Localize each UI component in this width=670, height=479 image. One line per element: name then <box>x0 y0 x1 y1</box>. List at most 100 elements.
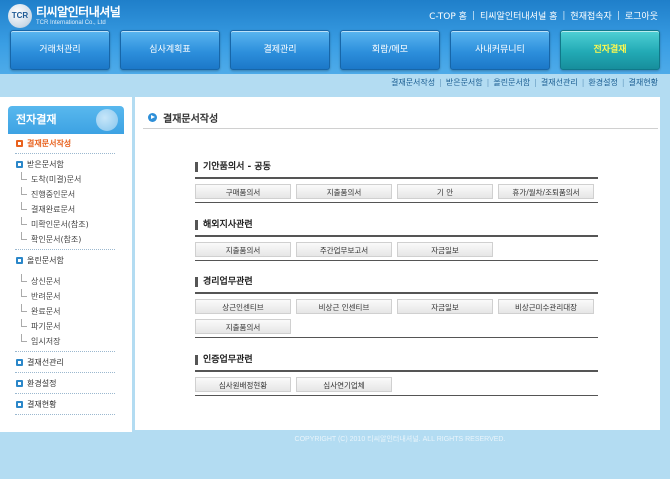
logo-mark-icon: TCR <box>8 4 32 28</box>
top-link-tcr-home[interactable]: 티씨알인터내셔널 홈 <box>480 9 557 22</box>
section-title: 기안품의서 - 공동 <box>195 160 598 174</box>
square-bullet-icon <box>16 359 23 366</box>
document-form-button[interactable]: 지출품의서 <box>195 242 291 257</box>
sidebar-item-main[interactable]: 환경설정 <box>15 376 115 391</box>
sidebar-item-label: 파기문서 <box>31 322 61 331</box>
document-form-button[interactable]: 자금일보 <box>397 299 493 314</box>
document-deco-icon <box>96 109 118 131</box>
document-form-button[interactable]: 지출품의서 <box>296 184 392 199</box>
sidebar-item-sub[interactable]: 상신문서 <box>15 274 115 289</box>
sidebar-item-sub[interactable]: 임시저장 <box>15 334 115 349</box>
tree-line-icon <box>21 187 27 195</box>
sidebar-item-label: 올린문서함 <box>27 256 64 265</box>
separator: | <box>616 10 620 21</box>
sidebar-item-main[interactable]: 결재선관리 <box>15 355 115 370</box>
nav-e-approval[interactable]: 전자결재 <box>560 30 660 70</box>
subnav-approval-line[interactable]: 결재선관리 <box>541 77 578 88</box>
document-form-button[interactable]: 심사연기업체 <box>296 377 392 392</box>
separator: | <box>439 78 442 87</box>
document-button-grid: 상근인센티브 비상근 인센티브 자금일보 비상근미수관리대장지출품의서 <box>195 299 598 334</box>
section-divider <box>195 292 598 294</box>
sidebar-divider <box>15 372 115 373</box>
subnav-settings[interactable]: 환경설정 <box>588 77 617 88</box>
sidebar-divider <box>15 414 115 415</box>
document-section: 인증업무관련심사원배정현황 심사연기업체 <box>195 353 598 396</box>
sidebar-item-sub[interactable]: 진행중인문서 <box>15 187 115 202</box>
section-bottom-divider <box>195 260 598 261</box>
subnav-status[interactable]: 결재현황 <box>629 77 658 88</box>
separator: | <box>581 78 585 87</box>
document-form-button[interactable]: 기 안 <box>397 184 493 199</box>
document-form-button[interactable]: 지출품의서 <box>195 319 291 334</box>
sidebar-item-sub[interactable]: 완료문서 <box>15 304 115 319</box>
document-form-button[interactable]: 비상근미수관리대장 <box>498 299 594 314</box>
tree-line-icon <box>21 172 27 180</box>
sidebar-header: 전자결재 <box>8 106 124 134</box>
section-bottom-divider <box>195 395 598 396</box>
section-divider <box>195 235 598 237</box>
top-link-logout[interactable]: 로그아웃 <box>625 9 658 22</box>
logo-text: 티씨알인터내셔널 TCR International Co., Ltd <box>36 5 121 27</box>
sidebar-item-label: 결재현황 <box>27 400 57 409</box>
document-button-grid: 지출품의서 주간업무보고서 자금일보 <box>195 242 598 257</box>
document-form-button[interactable]: 상근인센티브 <box>195 299 291 314</box>
tree-line-icon <box>21 202 27 210</box>
separator: | <box>562 10 566 21</box>
sidebar-title: 전자결재 <box>16 113 57 126</box>
section-divider <box>195 177 598 179</box>
sidebar-item-sub[interactable]: 도착(미결)문서 <box>15 172 115 187</box>
section-bottom-divider <box>195 337 598 338</box>
subnav-compose[interactable]: 결재문서작성 <box>391 77 435 88</box>
square-bullet-icon <box>16 380 23 387</box>
logo[interactable]: TCR 티씨알인터내셔널 TCR International Co., Ltd <box>8 4 121 28</box>
sidebar-item-sub[interactable]: 확인문서(참조) <box>15 232 115 247</box>
section-title: 해외지사관련 <box>195 218 598 232</box>
sidebar-item-sub[interactable]: 미확인문서(참조) <box>15 217 115 232</box>
tree-line-icon <box>21 289 27 297</box>
sidebar-item-label: 미확인문서(참조) <box>31 220 89 229</box>
top-link-ctop-home[interactable]: C-TOP 홈 <box>429 9 467 22</box>
sidebar-item-sub[interactable]: 파기문서 <box>15 319 115 334</box>
tree-line-icon <box>21 304 27 312</box>
sub-nav: 결재문서작성 | 받은문서함 | 올린문서함 | 결재선관리 | 환경설정 | … <box>391 77 658 88</box>
sidebar-divider <box>15 249 115 250</box>
nav-community[interactable]: 사내커뮤니티 <box>450 30 550 70</box>
document-form-button[interactable]: 휴가/월차/조퇴품의서 <box>498 184 594 199</box>
sidebar-item-label: 결재선관리 <box>27 358 64 367</box>
nav-circular-memo[interactable]: 회람/메모 <box>340 30 440 70</box>
square-bullet-icon <box>16 257 23 264</box>
sidebar-item-main[interactable]: 결재문서작성 <box>15 136 115 151</box>
sidebar-item-label: 받은문서함 <box>27 160 64 169</box>
sidebar-divider <box>15 153 115 154</box>
separator: | <box>471 10 475 21</box>
document-section: 기안품의서 - 공동구매품의서 지출품의서 기 안 휴가/월차/조퇴품의서 <box>195 160 598 203</box>
top-link-current-users[interactable]: 현재접속자 <box>570 9 611 22</box>
section-title: 인증업무관련 <box>195 353 598 367</box>
document-form-button[interactable]: 자금일보 <box>397 242 493 257</box>
sidebar-item-sub[interactable]: 결재완료문서 <box>15 202 115 217</box>
subnav-outbox[interactable]: 올린문서함 <box>493 77 530 88</box>
document-form-button[interactable]: 심사원배정현황 <box>195 377 291 392</box>
sidebar-item-label: 결재완료문서 <box>31 205 76 214</box>
main-nav: 거래처관리 심사계획표 결제관리 회람/메모 사내커뮤니티 전자결재 <box>10 30 660 70</box>
sidebar-item-main[interactable]: 결재현황 <box>15 397 115 412</box>
nav-audit-schedule[interactable]: 심사계획표 <box>120 30 220 70</box>
square-bullet-icon <box>16 140 23 147</box>
sidebar-item-sub[interactable]: 반려문서 <box>15 289 115 304</box>
document-form-button[interactable]: 비상근 인센티브 <box>296 299 392 314</box>
tree-line-icon <box>21 232 27 240</box>
subnav-inbox[interactable]: 받은문서함 <box>446 77 483 88</box>
page-title-row: 결재문서작성 <box>148 110 218 125</box>
sidebar-item-label: 상신문서 <box>31 277 61 286</box>
sidebar-menu: 결재문서작성받은문서함도착(미결)문서 진행중인문서결재완료문서미확인문서(참조)… <box>15 136 115 418</box>
tree-line-icon <box>21 217 27 225</box>
document-form-button[interactable]: 주간업무보고서 <box>296 242 392 257</box>
top-links: C-TOP 홈 | 티씨알인터내셔널 홈 | 현재접속자 | 로그아웃 <box>429 9 658 23</box>
logo-subtitle: TCR International Co., Ltd <box>36 19 106 26</box>
sidebar-item-main[interactable]: 올린문서함 <box>15 253 115 268</box>
document-form-button[interactable]: 구매품의서 <box>195 184 291 199</box>
nav-payment-management[interactable]: 결제관리 <box>230 30 330 70</box>
nav-client-management[interactable]: 거래처관리 <box>10 30 110 70</box>
section-divider <box>195 370 598 372</box>
sidebar-item-main[interactable]: 받은문서함 <box>15 157 115 172</box>
